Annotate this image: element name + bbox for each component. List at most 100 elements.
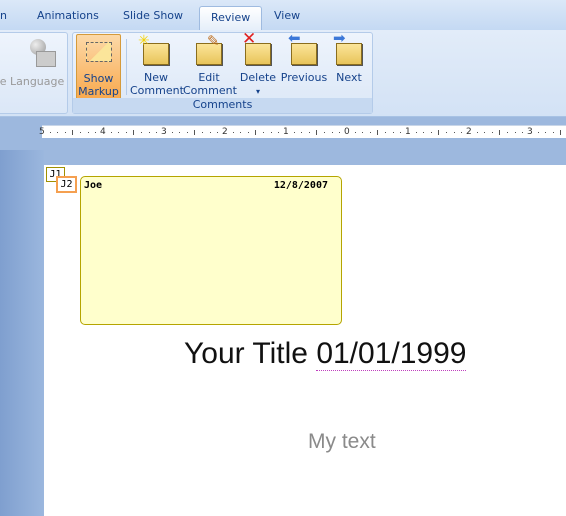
ruler-tick (72, 130, 74, 135)
markup-label: Markup (78, 85, 119, 98)
ruler-tick (545, 132, 547, 133)
ruler-tick (87, 132, 89, 133)
ruler-tick (507, 132, 508, 133)
ruler-tick (240, 132, 242, 133)
ruler-label: 0 (344, 127, 350, 137)
ruler-tick (80, 132, 81, 133)
tab-view[interactable]: View (274, 9, 300, 22)
previous-comment-icon: ⬅ (288, 31, 320, 67)
ruler-tick (560, 130, 562, 135)
ruler-tick (49, 132, 51, 133)
workspace-background (0, 150, 44, 516)
ruler-tick (308, 132, 310, 133)
language-label: Language (9, 75, 65, 88)
edit-comment-icon: ✎ (193, 34, 225, 67)
ruler-tick (461, 132, 463, 133)
ruler-tick (446, 132, 447, 133)
ruler-tick (293, 132, 295, 133)
ruler-label: 2 (222, 127, 228, 137)
ruler-tick (430, 132, 432, 133)
ruler-tick (186, 132, 188, 133)
comment-label: Comment (183, 84, 237, 97)
ruler-tick (522, 132, 524, 133)
ruler-tick (217, 132, 219, 133)
ruler-tick (141, 132, 142, 133)
comments-group: Show Markup ✳ New Comment ✎ Edit Comment ✕ … (72, 31, 373, 114)
new-comment-button[interactable]: ✳ New Comment (130, 34, 184, 97)
ruler-tick (179, 132, 181, 133)
ruler-tick (301, 132, 303, 133)
ruler-tick (316, 130, 318, 135)
ruler-label: 5 (39, 127, 45, 137)
ruler-tick (453, 132, 455, 133)
language-icon (16, 37, 56, 67)
edit-comment-button[interactable]: ✎ Edit Comment (183, 34, 237, 98)
ruler-tick (499, 130, 501, 135)
ruler-tick (415, 132, 417, 133)
ruler-tick (118, 132, 120, 133)
ruler-tick (232, 132, 234, 133)
comment-marker-j2[interactable]: J2 (56, 176, 77, 193)
ruler-tick (392, 132, 394, 133)
proofing-group: e Language (0, 32, 68, 114)
ruler-tick (339, 132, 341, 133)
next-comment-button[interactable]: ➡ Next (331, 31, 367, 84)
title-text: Your Title (184, 337, 317, 370)
slide-body-text[interactable]: My text (308, 430, 376, 454)
ruler-tick (64, 132, 66, 133)
comment-date: 12/8/2007 (273, 180, 328, 191)
ruler-tick (476, 132, 478, 133)
ruler-label: 3 (527, 127, 533, 137)
ruler-tick (514, 132, 516, 133)
tab-animations[interactable]: Animations (37, 9, 99, 22)
ruler-tick (537, 132, 539, 133)
ruler-tick (324, 132, 325, 133)
ruler-tick (369, 132, 371, 133)
language-button[interactable]: e Language (0, 37, 67, 88)
ribbon: e Language Show Markup ✳ New Comment ✎ Edi… (0, 30, 566, 117)
ruler-tick (400, 132, 402, 133)
ruler-tick (202, 132, 203, 133)
ruler-tick (385, 132, 386, 133)
ruler-tick (156, 132, 158, 133)
ruler-tick (110, 132, 112, 133)
comment-label: Comment (130, 84, 184, 97)
title-date: 01/01/1999 (316, 337, 467, 371)
ruler-tick (438, 130, 440, 135)
ruler-tick (194, 130, 196, 135)
slide-title[interactable]: Your Title 01/01/1999 (184, 337, 467, 371)
ruler-tick (255, 130, 257, 135)
ruler-tick (247, 132, 249, 133)
ruler-tick (57, 132, 59, 133)
show-markup-icon (83, 38, 115, 68)
ruler-tick (423, 132, 425, 133)
dropdown-arrow-icon: ▾ (255, 87, 260, 96)
comment-popup[interactable]: Joe 12/8/2007 (80, 176, 342, 325)
tab-design[interactable]: n (0, 9, 7, 22)
horizontal-ruler[interactable]: 5 4 3 2 1 0 1 2 3 (39, 125, 566, 138)
next-label: Next (336, 71, 362, 84)
next-comment-icon: ➡ (333, 31, 365, 67)
previous-comment-button[interactable]: ⬅ Previous (280, 31, 328, 85)
ruler-tick (331, 132, 333, 133)
show-markup-button[interactable]: Show Markup (76, 34, 121, 101)
ruler-label: 1 (283, 127, 289, 137)
ruler-label: 1 (405, 127, 411, 137)
ruler-tick (171, 132, 173, 133)
previous-label: Previous (280, 71, 328, 84)
delete-comment-icon: ✕ (242, 31, 274, 67)
ruler-tick (209, 132, 211, 133)
tab-slide-show[interactable]: Slide Show (123, 9, 183, 22)
ruler-tick (263, 132, 264, 133)
ruler-label: 2 (466, 127, 472, 137)
delete-label: Delete (239, 71, 277, 84)
ruler-tick (270, 132, 272, 133)
comments-group-label: Comments (73, 98, 372, 113)
ribbon-tab-bar: n Animations Slide Show Review View (0, 0, 566, 32)
ruler-label: 4 (100, 127, 106, 137)
ruler-tick (377, 130, 379, 135)
ruler-tick (362, 132, 364, 133)
ruler-tick (354, 132, 356, 133)
ruler-tick (95, 132, 97, 133)
delete-comment-button[interactable]: ✕ Delete ▾ (237, 31, 279, 98)
